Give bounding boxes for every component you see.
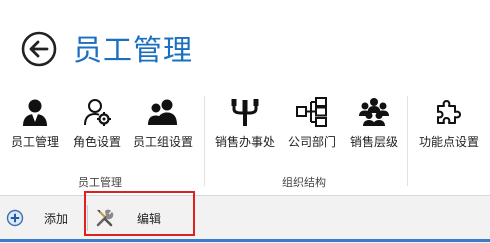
ribbon-item-label: 公司部门: [287, 135, 336, 149]
ribbon-company-department-button[interactable]: 公司部门: [282, 96, 342, 154]
toolbar: 添加 编辑: [0, 195, 490, 243]
add-button[interactable]: 添加: [4, 203, 80, 233]
ribbon-item-label: 销售办事处: [214, 135, 275, 149]
ribbon-role-settings-button[interactable]: 角色设置: [68, 96, 126, 154]
add-icon: [6, 209, 24, 227]
branch-icon: [229, 96, 261, 128]
person-icon: [19, 96, 51, 128]
ribbon-item-label: 角色设置: [72, 135, 121, 149]
ribbon-feature-point-settings-button[interactable]: 功能点设置: [412, 96, 486, 154]
ribbon-sales-hierarchy-button[interactable]: 销售层级: [344, 96, 404, 154]
page-title: 员工管理: [73, 33, 194, 67]
org-chart-icon: [296, 96, 328, 128]
add-button-label: 添加: [44, 211, 69, 226]
ribbon-sales-office-button[interactable]: 销售办事处: [210, 96, 280, 154]
group-icon: [147, 96, 179, 128]
edit-highlight-box: [84, 191, 195, 236]
ribbon-item-label: 销售层级: [349, 135, 398, 149]
ribbon-group-label-org-structure: 组织结构: [282, 176, 326, 189]
title-bar: 员工管理: [0, 0, 490, 90]
ribbon-item-label: 员工组设置: [132, 135, 193, 149]
back-button[interactable]: [21, 31, 57, 67]
team-icon: [358, 96, 390, 128]
ribbon-group-label-employee-management: 员工管理: [78, 176, 122, 189]
ribbon-employee-group-settings-button[interactable]: 员工组设置: [130, 96, 196, 154]
ribbon-item-label: 功能点设置: [418, 135, 479, 149]
ribbon-employee-management-button[interactable]: 员工管理: [6, 96, 64, 154]
back-arrow-icon: [21, 31, 57, 67]
ribbon-group-divider: [407, 96, 408, 186]
person-gear-icon: [81, 96, 113, 128]
ribbon-group-divider: [204, 96, 205, 186]
puzzle-icon: [433, 96, 465, 128]
ribbon-item-label: 员工管理: [10, 135, 59, 149]
ribbon: 员工管理 角色设置 员工组设置 销售办事处 公司部门 销售层级 功能点设置 员工…: [0, 90, 490, 194]
